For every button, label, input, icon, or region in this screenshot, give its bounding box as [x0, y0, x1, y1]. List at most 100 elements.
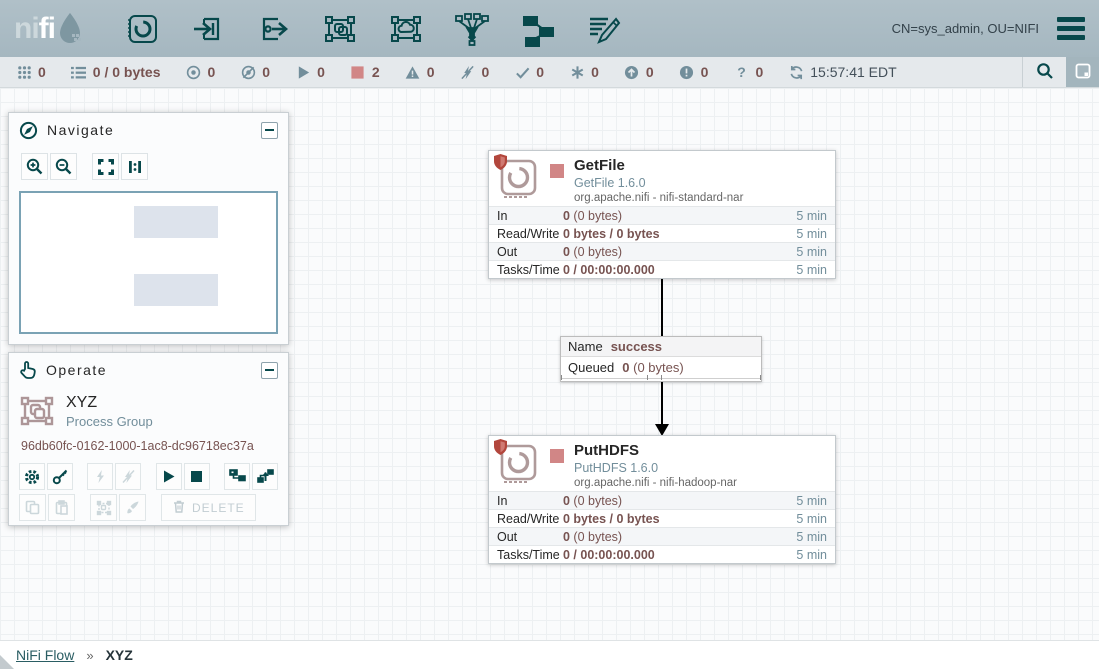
processor-bundle: org.apache.nifi - nifi-hadoop-nar [574, 476, 737, 490]
search-icon [1036, 62, 1054, 83]
paste-button [48, 494, 75, 521]
not-transmitting-icon [240, 64, 256, 80]
stat-value-bold: 0 [563, 530, 570, 544]
stat-label: In [497, 494, 563, 508]
process-group-toolbar-icon[interactable] [321, 10, 359, 48]
connection-queue-gauge [561, 378, 761, 381]
breadcrumb-current[interactable]: XYZ [106, 647, 133, 663]
navigate-panel-header[interactable]: Navigate [9, 113, 288, 147]
refresh-icon [788, 64, 804, 80]
stat-value-bold: 0 [563, 209, 570, 223]
label-toolbar-icon[interactable] [585, 10, 623, 48]
minimap-processor-getfile [134, 206, 218, 238]
status-counters: 0 0 / 0 bytes 0 0 0 2 [0, 57, 1022, 87]
processor-toolbar-icon[interactable] [123, 10, 161, 48]
stopped-icon [350, 64, 366, 80]
outline-icon [1074, 62, 1092, 83]
processor-icon [497, 443, 539, 485]
running-icon [295, 64, 311, 80]
template-toolbar-icon[interactable] [519, 10, 557, 48]
stat-value-bold: 0 / 00:00:00.000 [563, 548, 655, 562]
breadcrumb-root-link[interactable]: NiFi Flow [16, 647, 74, 663]
connection-label[interactable]: Name success Queued 0 (0 bytes) [560, 336, 762, 382]
configure-button[interactable] [19, 463, 45, 490]
processor-getfile[interactable]: GetFile GetFile 1.6.0 org.apache.nifi - … [488, 150, 836, 279]
locally-modified-status: 0 [569, 64, 599, 80]
navigate-collapse-button[interactable] [261, 122, 278, 139]
funnel-toolbar-icon[interactable] [453, 10, 491, 48]
processor-name: GetFile [574, 157, 743, 176]
processor-icon [497, 158, 539, 200]
operate-collapse-button[interactable] [261, 362, 278, 379]
running-count: 0 [317, 64, 325, 80]
disabled-count: 0 [481, 64, 489, 80]
global-menu-icon[interactable] [1057, 17, 1085, 40]
change-color-button [119, 494, 146, 521]
locally-modified-stale-status: 0 [679, 64, 709, 80]
invalid-icon [405, 64, 421, 80]
enable-button [87, 463, 113, 490]
selected-component-name: XYZ [66, 394, 153, 412]
stat-row-tasks: Tasks/Time 0 / 00:00:00.000 5 min [489, 545, 835, 563]
stat-window: 5 min [781, 263, 827, 277]
output-port-toolbar-icon[interactable] [255, 10, 293, 48]
stat-label: Read/Write [497, 227, 563, 241]
stat-label: Out [497, 530, 563, 544]
transmitting-status: 0 [186, 64, 216, 80]
locally-modified-stale-count: 0 [701, 64, 709, 80]
queued-icon [71, 64, 87, 80]
processor-version: GetFile 1.6.0 [574, 176, 743, 192]
stat-window: 5 min [781, 512, 827, 526]
refresh-status: 15:57:41 EDT [788, 64, 896, 80]
zoom-fit-button[interactable] [92, 153, 119, 180]
active-threads-icon [16, 64, 32, 80]
stopped-status: 2 [350, 64, 380, 80]
stat-row-tasks: Tasks/Time 0 / 00:00:00.000 5 min [489, 260, 835, 278]
operate-panel-header[interactable]: Operate [9, 353, 288, 387]
processor-puthdfs[interactable]: PutHDFS PutHDFS 1.6.0 org.apache.nifi - … [488, 435, 836, 564]
zoom-actual-size-button[interactable] [121, 153, 148, 180]
logo-text-fi: fi [39, 12, 55, 45]
up-to-date-count: 0 [536, 64, 544, 80]
remote-process-group-toolbar-icon[interactable] [387, 10, 425, 48]
stat-window: 5 min [781, 494, 827, 508]
input-port-toolbar-icon[interactable] [189, 10, 227, 48]
zoom-out-button[interactable] [50, 153, 77, 180]
sync-failure-icon: ? [733, 64, 749, 80]
upload-template-button[interactable] [252, 463, 278, 490]
stat-value-bold: 0 / 00:00:00.000 [563, 263, 655, 277]
operate-palette: Operate XYZ Process Group 96db60fc-0162-… [8, 352, 289, 526]
nifi-logo: nifi [14, 8, 83, 49]
sync-failure-count: 0 [755, 64, 763, 80]
operate-buttons-row-2: DELETE [19, 494, 278, 521]
stat-row-in: In 0 (0 bytes) 5 min [489, 491, 835, 509]
search-button[interactable] [1022, 57, 1066, 87]
stat-label: Out [497, 245, 563, 259]
breadcrumb-bar: NiFi Flow » XYZ [0, 640, 1099, 669]
disabled-status: 0 [459, 64, 489, 80]
processor-bundle: org.apache.nifi - nifi-standard-nar [574, 191, 743, 205]
processor-header: PutHDFS PutHDFS 1.6.0 org.apache.nifi - … [489, 436, 835, 491]
create-template-button[interactable] [224, 463, 250, 490]
invalid-count: 0 [427, 64, 435, 80]
stat-row-readwrite: Read/Write 0 bytes / 0 bytes 5 min [489, 509, 835, 527]
birdseye-minimap[interactable] [19, 191, 278, 334]
restricted-shield-icon [494, 439, 507, 460]
disabled-icon [459, 64, 475, 80]
disable-button [115, 463, 141, 490]
stat-value-rest: (0 bytes) [570, 530, 622, 544]
copy-button [19, 494, 46, 521]
processor-header: GetFile GetFile 1.6.0 org.apache.nifi - … [489, 151, 835, 206]
processor-name: PutHDFS [574, 442, 737, 461]
restricted-shield-icon [494, 154, 507, 175]
stat-row-out: Out 0 (0 bytes) 5 min [489, 527, 835, 545]
current-user: CN=sys_admin, OU=NIFI [892, 21, 1039, 36]
zoom-in-button[interactable] [21, 153, 48, 180]
access-policies-button[interactable] [47, 463, 73, 490]
stat-label: Tasks/Time [497, 263, 563, 277]
stop-button[interactable] [184, 463, 210, 490]
birdseye-toggle-button[interactable] [1066, 57, 1099, 87]
processor-version: PutHDFS 1.6.0 [574, 461, 737, 477]
start-button[interactable] [156, 463, 182, 490]
flow-canvas[interactable]: GetFile GetFile 1.6.0 org.apache.nifi - … [0, 88, 1099, 640]
